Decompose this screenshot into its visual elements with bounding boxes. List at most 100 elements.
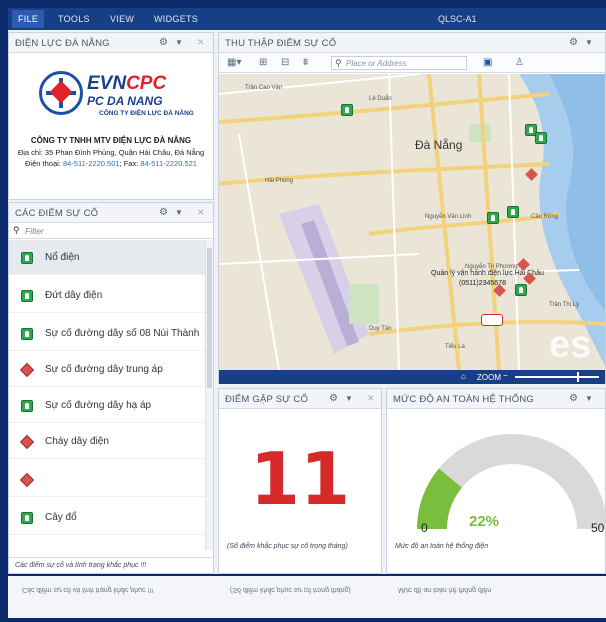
menu-file[interactable]: FILE bbox=[12, 10, 45, 28]
gear-icon[interactable]: ⚙ bbox=[159, 37, 168, 48]
gear-icon[interactable]: ⚙ bbox=[159, 207, 168, 218]
list-item[interactable]: Cháy dây điện bbox=[9, 424, 205, 459]
menu-widgets[interactable]: WIDGETS bbox=[154, 14, 198, 24]
chevron-down-icon[interactable]: ▼ bbox=[175, 208, 183, 217]
incident-marker[interactable] bbox=[515, 284, 527, 296]
search-icon: ⚲ bbox=[13, 225, 20, 235]
chevron-down-icon[interactable]: ▼ bbox=[585, 394, 593, 403]
service-vehicle-icon[interactable] bbox=[481, 314, 503, 326]
zoom-bar: ⌂ ZOOM − bbox=[219, 370, 605, 384]
street-label: Cầu Rồng bbox=[531, 214, 559, 220]
incidents-footer: Các điểm sự cố và tình trạng khắc phục !… bbox=[9, 557, 213, 573]
incident-red-icon bbox=[19, 434, 35, 450]
safety-panel-title: MỨC ĐỘ AN TOÀN HỆ THỐNG bbox=[393, 394, 534, 405]
street-label: Duy Tân bbox=[369, 326, 392, 332]
map-toolbar: ▦▾ ⊞ ⊟ ⩩ ⚲ Place or Address ▣ ♙ bbox=[219, 53, 605, 73]
street-label: Hải Phòng bbox=[265, 178, 294, 184]
close-icon[interactable]: ✕ bbox=[197, 37, 205, 48]
menu-bar: FILE TOOLS VIEW WIDGETS QLSC-A1 bbox=[8, 8, 606, 30]
kpi-footer: (Số điểm khắc phục sự cố trong tháng) bbox=[227, 543, 348, 550]
map-panel-title: THU THẬP ĐIỂM SỰ CỐ bbox=[225, 38, 337, 49]
incident-marker[interactable] bbox=[507, 206, 519, 218]
map-canvas bbox=[219, 74, 605, 370]
safety-panel-header: MỨC ĐỘ AN TOÀN HỆ THỐNG ⚙ ▼ bbox=[387, 389, 605, 409]
scrollbar-thumb[interactable] bbox=[207, 248, 212, 388]
evn-logo-icon bbox=[39, 71, 83, 115]
filter-input[interactable]: ⚲ Filter bbox=[9, 223, 213, 239]
company-name: CÔNG TY TNHH MTV ĐIỆN LỰC ĐÀ NẴNG bbox=[30, 136, 192, 145]
incident-green-icon bbox=[21, 400, 33, 412]
logo-panel: ĐIỆN LỰC ĐÀ NẴNG ⚙ ▼ ✕ EVNCPC PC DA NANG… bbox=[8, 32, 214, 200]
map-panel-header: THU THẬP ĐIỂM SỰ CỐ ⚙ ▼ bbox=[219, 33, 605, 53]
company-address: Địa chỉ: 35 Phan Đình Phùng, Quận Hải Ch… bbox=[17, 148, 205, 157]
list-item[interactable]: Đứt dây điện bbox=[9, 278, 205, 313]
reflection-text: Mức độ an toàn hệ thống điện bbox=[398, 586, 492, 593]
measure-icon[interactable]: ⩩ bbox=[303, 57, 308, 68]
list-scrollbar[interactable] bbox=[205, 240, 213, 550]
street-label: Trần Thị Lý bbox=[549, 302, 580, 308]
chevron-down-icon[interactable]: ▼ bbox=[175, 38, 183, 47]
incidents-panel-header: CÁC ĐIỂM SỰ CỐ ⚙ ▼ ✕ bbox=[9, 203, 213, 223]
incidents-panel-title: CÁC ĐIỂM SỰ CỐ bbox=[15, 208, 99, 219]
kpi-panel-header: ĐIỂM GẶP SỰ CỐ ⚙ ▼ ✕ bbox=[219, 389, 381, 409]
list-item[interactable]: Sự cố đường dây hạ áp bbox=[9, 388, 205, 423]
gauge-max-label: 50 bbox=[591, 521, 605, 535]
street-label: Tiểu La bbox=[445, 344, 465, 350]
list-item[interactable]: Cây đổ bbox=[9, 500, 205, 535]
incident-map[interactable]: Đà Nẵng Trần Cao Vân Lê Duẩn Nguyễn Văn … bbox=[219, 74, 605, 370]
zoom-slider-handle[interactable] bbox=[577, 372, 579, 382]
map-panel: THU THẬP ĐIỂM SỰ CỐ ⚙ ▼ ▦▾ ⊞ ⊟ ⩩ ⚲ Place … bbox=[218, 32, 606, 384]
incident-green-icon bbox=[21, 512, 33, 524]
close-icon[interactable]: ✕ bbox=[197, 207, 205, 218]
layers-icon[interactable]: ⊞ bbox=[259, 57, 267, 68]
incident-red-icon bbox=[19, 362, 35, 378]
subsidiary-name: CÔNG TY ĐIỆN LỰC ĐÀ NẴNG bbox=[99, 110, 194, 117]
kpi-panel: ĐIỂM GẶP SỰ CỐ ⚙ ▼ ✕ 11 (Số điểm khắc ph… bbox=[218, 388, 382, 574]
safety-footer: Mức độ an toàn hệ thống điện bbox=[395, 543, 489, 550]
zoom-out-button[interactable]: − bbox=[503, 371, 508, 380]
list-item[interactable]: Sự cố đường dây số 08 Núi Thành bbox=[9, 316, 205, 351]
reflection-text: (Số điểm khắc phục sự cố trong tháng) bbox=[230, 586, 351, 593]
locate-icon[interactable]: ▣ bbox=[483, 57, 492, 68]
home-icon[interactable]: ⌂ bbox=[461, 372, 466, 381]
gauge-percent: 22% bbox=[469, 513, 500, 530]
list-item[interactable]: Sự cố đường dây trung áp bbox=[9, 352, 205, 387]
gear-icon[interactable]: ⚙ bbox=[569, 37, 578, 48]
app-title: QLSC-A1 bbox=[438, 14, 477, 24]
close-icon[interactable]: ✕ bbox=[367, 393, 375, 404]
address-search-input[interactable]: ⚲ Place or Address bbox=[331, 56, 467, 70]
pc-name: PC DA NANG bbox=[87, 94, 163, 108]
reflection-text: Các điểm sự cố và tình trạng khắc phục !… bbox=[22, 586, 154, 593]
incident-count: 11 bbox=[249, 437, 351, 521]
screen-reflection: Các điểm sự cố và tình trạng khắc phục !… bbox=[8, 576, 606, 618]
search-icon: ⚲ bbox=[335, 58, 342, 68]
basemap-icon[interactable]: ▦▾ bbox=[227, 57, 241, 68]
incident-list: Nổ điện Đứt dây điện Sự cố đường dây số … bbox=[9, 240, 205, 550]
gear-icon[interactable]: ⚙ bbox=[329, 393, 338, 404]
incident-marker[interactable] bbox=[535, 132, 547, 144]
incident-green-icon bbox=[21, 252, 33, 264]
company-contact: Điện thoại: 84-511-2220.501; Fax: 84-511… bbox=[25, 159, 197, 168]
logo-panel-title: ĐIỆN LỰC ĐÀ NẴNG bbox=[15, 38, 110, 49]
legend-icon[interactable]: ⊟ bbox=[281, 57, 289, 68]
tablet-frame: FILE TOOLS VIEW WIDGETS QLSC-A1 ĐIỆN LỰC… bbox=[0, 0, 606, 622]
street-label: Trần Cao Vân bbox=[245, 85, 283, 91]
app-screen: FILE TOOLS VIEW WIDGETS QLSC-A1 ĐIỆN LỰC… bbox=[8, 8, 606, 574]
gauge-value-arc bbox=[417, 468, 463, 530]
chevron-down-icon[interactable]: ▼ bbox=[585, 38, 593, 47]
street-label: Lê Duẩn bbox=[369, 96, 392, 102]
gear-icon[interactable]: ⚙ bbox=[569, 393, 578, 404]
menu-tools[interactable]: TOOLS bbox=[58, 14, 90, 24]
city-label: Đà Nẵng bbox=[415, 138, 463, 152]
street-label: Nguyễn Văn Linh bbox=[425, 214, 472, 220]
chevron-down-icon[interactable]: ▼ bbox=[345, 394, 353, 403]
user-icon[interactable]: ♙ bbox=[515, 57, 524, 68]
kpi-panel-title: ĐIỂM GẶP SỰ CỐ bbox=[225, 394, 309, 405]
zoom-slider[interactable] bbox=[515, 376, 599, 378]
list-item[interactable] bbox=[9, 462, 205, 497]
menu-view[interactable]: VIEW bbox=[110, 14, 134, 24]
incident-marker[interactable] bbox=[341, 104, 353, 116]
incident-marker[interactable] bbox=[487, 212, 499, 224]
zoom-label: ZOOM bbox=[477, 373, 501, 382]
list-item[interactable]: Nổ điện bbox=[9, 240, 205, 275]
